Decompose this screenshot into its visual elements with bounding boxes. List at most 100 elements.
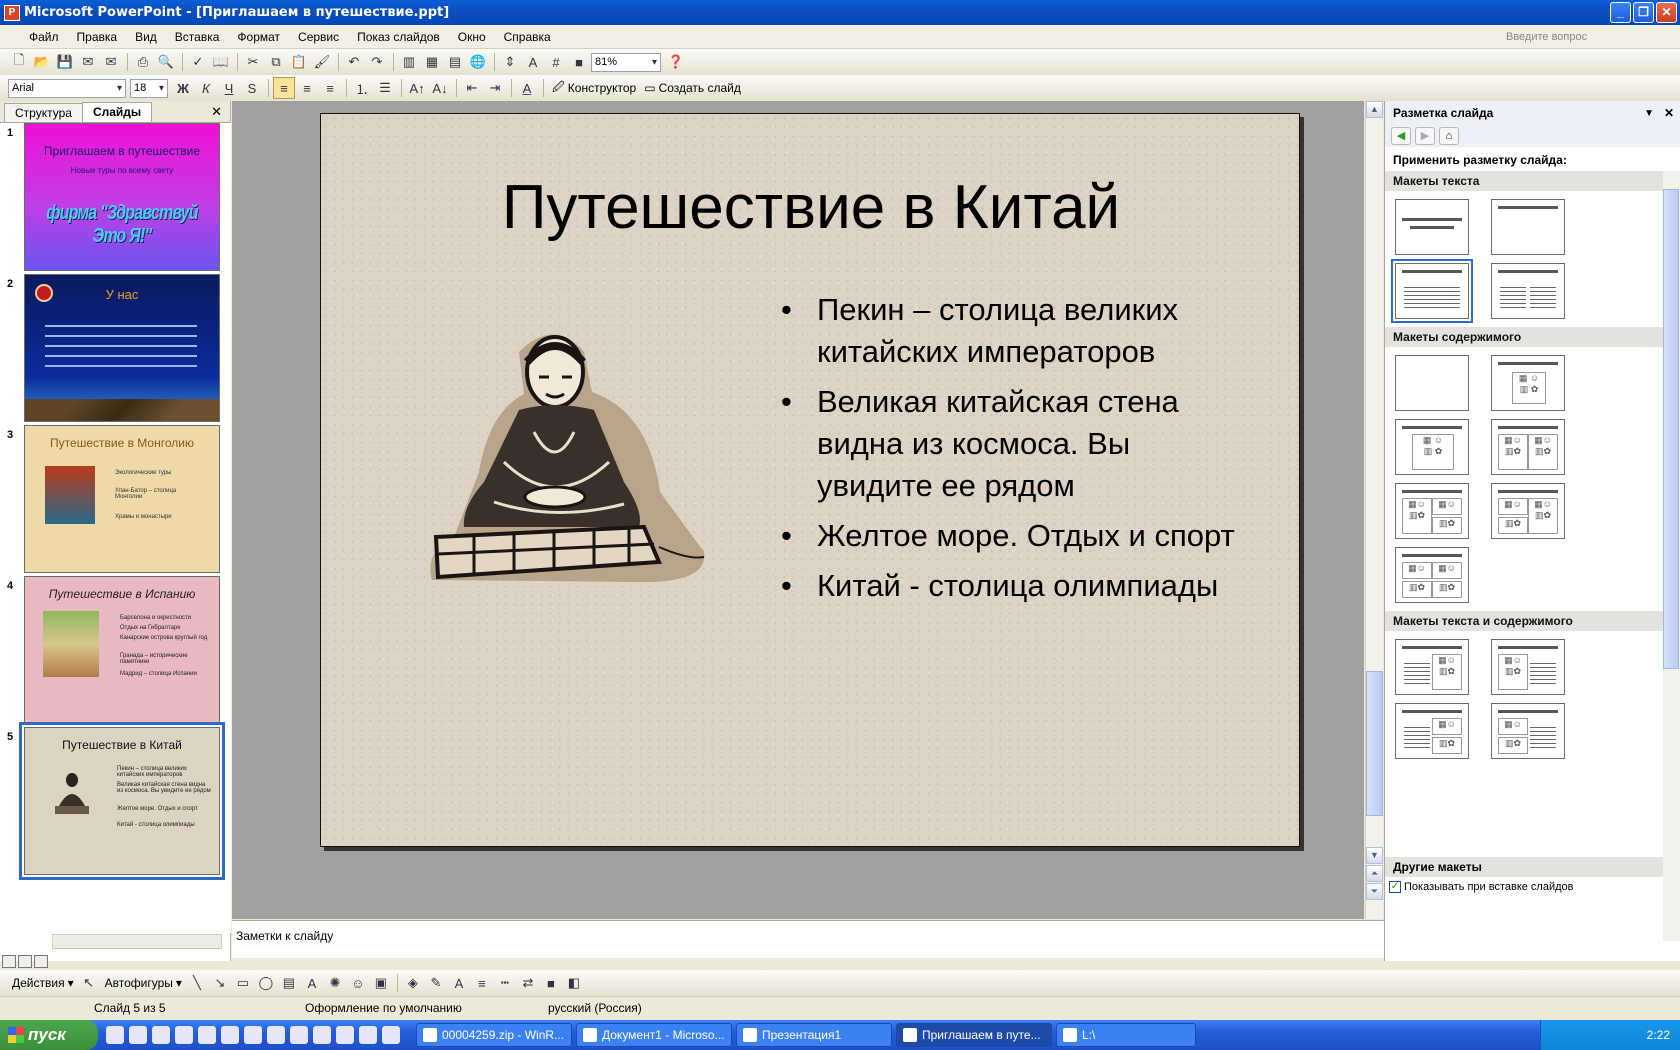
new-icon[interactable]: 🗋 <box>8 51 30 73</box>
sorter-view-icon[interactable] <box>18 955 32 968</box>
insert-table-icon[interactable]: ▦ <box>421 51 443 73</box>
layout-content-text[interactable]: ▦☺ ▥✿ <box>1491 639 1565 695</box>
layout-blank[interactable] <box>1395 355 1469 411</box>
layout-title-only[interactable] <box>1491 199 1565 255</box>
menu-help[interactable]: Справка <box>495 25 560 49</box>
quicklaunch-icon[interactable] <box>175 1026 193 1044</box>
slideshow-view-icon[interactable] <box>34 955 48 968</box>
decrease-indent-icon[interactable]: ⇤ <box>461 77 483 99</box>
layout-2-content-text[interactable]: ▦☺ ▥✿ <box>1491 703 1565 759</box>
slide-thumb-3[interactable]: Путешествие в Монголию Экологические тур… <box>24 425 220 573</box>
task-pane-scroll-thumb[interactable] <box>1663 189 1679 669</box>
layout-title-2-content-content[interactable]: ▦☺ ▥✿ ▦☺ ▥✿ <box>1491 483 1565 539</box>
scroll-down-icon[interactable]: ▼ <box>1366 847 1383 864</box>
close-pane-icon[interactable]: ✕ <box>211 104 222 120</box>
quicklaunch-icon[interactable] <box>106 1026 124 1044</box>
rectangle-icon[interactable]: ▭ <box>232 972 254 994</box>
previous-slide-icon[interactable]: ⏶ <box>1366 865 1383 882</box>
menu-format[interactable]: Формат <box>228 25 289 49</box>
slide-vertical-scrollbar[interactable]: ▲ ▼ ⏶ ⏷ <box>1365 101 1383 919</box>
show-formatting-icon[interactable]: A <box>522 51 544 73</box>
show-on-insert-checkbox[interactable]: ✓ Показывать при вставке слайдов <box>1389 881 1574 893</box>
undo-icon[interactable]: ↶ <box>343 51 365 73</box>
shadow-icon[interactable]: S <box>241 77 263 99</box>
align-right-icon[interactable]: ≡ <box>319 77 341 99</box>
scroll-up-icon[interactable]: ▲ <box>1366 101 1383 118</box>
minimize-button[interactable]: _ <box>1610 2 1631 23</box>
cut-icon[interactable]: ✂ <box>242 51 264 73</box>
wordart-icon[interactable]: A <box>301 972 323 994</box>
color-grayscale-icon[interactable]: ■ <box>568 51 590 73</box>
menu-edit[interactable]: Правка <box>68 25 127 49</box>
expand-all-icon[interactable]: ⇕ <box>499 51 521 73</box>
layout-text-content[interactable]: ▦☺ ▥✿ <box>1395 639 1469 695</box>
tables-borders-icon[interactable]: ▤ <box>444 51 466 73</box>
menu-file[interactable]: Файл <box>20 25 68 49</box>
3d-style-icon[interactable]: ◧ <box>563 972 585 994</box>
clock[interactable]: 2:22 <box>1647 1028 1670 1042</box>
autoshapes-menu[interactable]: Автофигуры ▾ <box>101 976 186 990</box>
quicklaunch-icon[interactable] <box>313 1026 331 1044</box>
redo-icon[interactable]: ↷ <box>366 51 388 73</box>
font-color-icon[interactable]: A <box>448 972 470 994</box>
layout-text-2-content[interactable]: ▦☺ ▥✿ <box>1395 703 1469 759</box>
thumbs-horizontal-scrollbar[interactable] <box>52 934 222 949</box>
menu-insert[interactable]: Вставка <box>166 25 229 49</box>
slide-thumb-1[interactable]: Приглашаем в путешествие Новые туры по в… <box>24 123 220 271</box>
format-painter-icon[interactable]: 🖌 <box>311 51 333 73</box>
print-preview-icon[interactable]: 🔍 <box>155 51 177 73</box>
layout-title-two-columns[interactable] <box>1491 263 1565 319</box>
menu-view[interactable]: Вид <box>126 25 166 49</box>
line-style-icon[interactable]: ≡ <box>471 972 493 994</box>
save-icon[interactable]: 💾 <box>54 51 76 73</box>
tab-outline[interactable]: Структура <box>4 103 83 122</box>
underline-icon[interactable]: Ч <box>218 77 240 99</box>
menu-tools[interactable]: Сервис <box>289 25 348 49</box>
current-slide[interactable]: Путешествие в Китай Пекин – столица вели… <box>320 113 1300 847</box>
hyperlink-icon[interactable]: 🌐 <box>467 51 489 73</box>
slide-thumb-4[interactable]: Путешествие в Испанию Барселона и окрест… <box>24 576 220 724</box>
align-center-icon[interactable]: ≡ <box>296 77 318 99</box>
shadow-style-icon[interactable]: ■ <box>540 972 562 994</box>
menu-window[interactable]: Окно <box>449 25 495 49</box>
home-icon[interactable]: ⌂ <box>1439 127 1459 145</box>
forward-icon[interactable]: ▶ <box>1415 127 1435 145</box>
quicklaunch-icon[interactable] <box>152 1026 170 1044</box>
insert-chart-icon[interactable]: ▥ <box>398 51 420 73</box>
designer-button[interactable]: 🖉 Конструктор <box>548 78 640 99</box>
dash-style-icon[interactable]: ┅ <box>494 972 516 994</box>
task-winrar[interactable]: 00004259.zip - WinR... <box>416 1023 572 1047</box>
ask-question-input[interactable]: Введите вопрос <box>1502 28 1652 46</box>
buddha-image[interactable] <box>424 322 706 584</box>
layout-title-slide[interactable] <box>1395 199 1469 255</box>
numbering-icon[interactable]: ⒈ <box>351 77 373 99</box>
slide-bullet-list[interactable]: Пекин – столица великих китайских импера… <box>781 289 1251 615</box>
picture-icon[interactable]: ▣ <box>370 972 392 994</box>
font-color-icon[interactable]: A <box>516 77 538 99</box>
start-button[interactable]: пуск <box>0 1020 98 1050</box>
task-current-presentation[interactable]: Приглашаем в путе... <box>896 1023 1052 1047</box>
task-pane-menu-icon[interactable]: ▼ <box>1644 108 1654 119</box>
textbox-icon[interactable]: ▤ <box>278 972 300 994</box>
spelling-icon[interactable]: ✓ <box>187 51 209 73</box>
decrease-font-icon[interactable]: A↓ <box>429 77 451 99</box>
menu-slideshow[interactable]: Показ слайдов <box>348 25 449 49</box>
grid-icon[interactable]: # <box>545 51 567 73</box>
oval-icon[interactable]: ◯ <box>255 972 277 994</box>
increase-indent-icon[interactable]: ⇥ <box>484 77 506 99</box>
font-select[interactable]: Arial <box>8 78 126 98</box>
scroll-thumb[interactable] <box>1366 671 1383 816</box>
tab-slides[interactable]: Слайды <box>81 102 153 122</box>
close-button[interactable]: ✕ <box>1656 2 1677 23</box>
normal-view-icon[interactable] <box>2 955 16 968</box>
layout-title-two-content[interactable]: ▦☺ ▥✿ ▦☺ ▥✿ <box>1491 419 1565 475</box>
task-word[interactable]: Документ1 - Microso... <box>576 1023 732 1047</box>
arrow-style-icon[interactable]: ⇄ <box>517 972 539 994</box>
quicklaunch-icon[interactable] <box>290 1026 308 1044</box>
diagram-icon[interactable]: ✺ <box>324 972 346 994</box>
clipart-icon[interactable]: ☺ <box>347 972 369 994</box>
task-drive-l[interactable]: L:\ <box>1056 1023 1196 1047</box>
quicklaunch-icon[interactable] <box>382 1026 400 1044</box>
bullets-icon[interactable]: ☰ <box>374 77 396 99</box>
actions-menu[interactable]: Действия ▾ <box>8 976 78 990</box>
